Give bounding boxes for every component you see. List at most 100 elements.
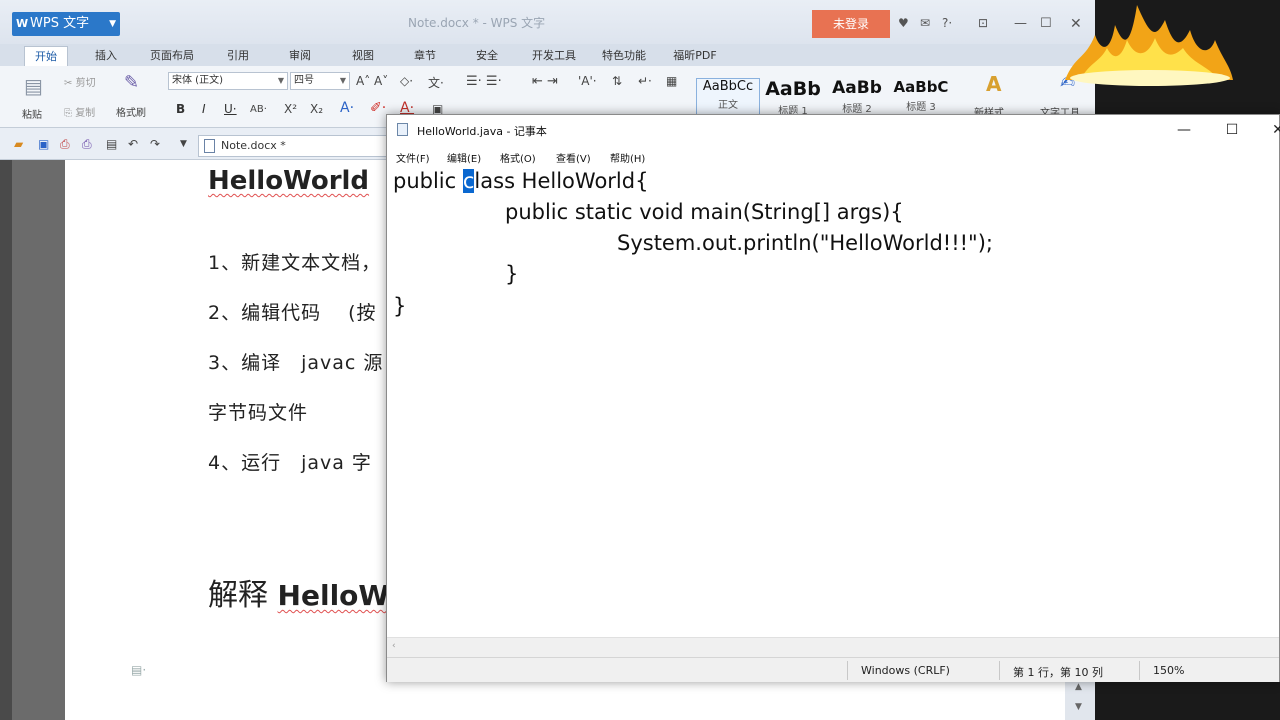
new-style-icon[interactable]: A <box>986 72 1001 96</box>
style-heading-2-label: 标题 2 <box>842 104 872 115</box>
ribbon-tabs: 开始 插入 页面布局 引用 审阅 视图 章节 安全 开发工具 特色功能 福昕PD… <box>0 44 1095 66</box>
menu-file[interactable]: 文件(F) <box>396 150 430 165</box>
redo-icon[interactable]: ↷ <box>150 137 160 151</box>
style-heading-3-preview: AaBbC <box>893 78 949 96</box>
tab-view[interactable]: 视图 <box>345 46 381 66</box>
style-heading-3[interactable]: AaBbC 标题 3 <box>890 78 952 118</box>
scroll-down-icon[interactable]: ▼ <box>1075 702 1082 712</box>
font-name-select[interactable]: 宋体 (正文) ▼ <box>168 72 288 90</box>
style-heading-2[interactable]: AaBb 标题 2 <box>826 78 888 118</box>
heading-2-cn: 解释 <box>208 578 268 613</box>
tab-section[interactable]: 章节 <box>407 46 443 66</box>
document-line-3: 3、编译 javac 源 <box>208 352 384 374</box>
notepad-menu-bar: 文件(F) 编辑(E) 格式(O) 查看(V) 帮助(H) <box>387 145 1279 167</box>
paste-label[interactable]: 粘贴 <box>22 106 42 121</box>
table-icon[interactable]: ▦ <box>666 74 677 88</box>
pin-icon[interactable]: ⊡ <box>978 16 988 30</box>
cut-label: 剪切 <box>75 78 96 89</box>
menu-format[interactable]: 格式(O) <box>500 150 536 165</box>
tab-review[interactable]: 审阅 <box>282 46 318 66</box>
brush-icon[interactable]: ✎ <box>124 72 139 93</box>
flame-decoration <box>1065 5 1233 86</box>
code-line-2: public static void main(String[] args){ <box>505 200 904 224</box>
copy-icon: ⎘ <box>64 108 72 119</box>
italic-icon[interactable]: I <box>202 102 206 116</box>
wps-app-menu-button[interactable]: W WPS 文字 ▼ <box>12 12 120 36</box>
char-scale-icon[interactable]: 'A'· <box>578 74 597 88</box>
minimize-icon[interactable]: — <box>1169 119 1199 141</box>
status-encoding: Windows (CRLF) <box>861 664 950 677</box>
tab-page-layout[interactable]: 页面布局 <box>142 46 202 66</box>
chevron-down-icon: ▼ <box>109 19 116 29</box>
notepad-text-area[interactable]: public class HelloWorld{ public static v… <box>387 167 1279 637</box>
clear-format-icon[interactable]: ◇· <box>400 74 413 88</box>
print-icon[interactable]: ⎙ <box>82 137 92 152</box>
skin-icon[interactable]: ♥ <box>898 16 909 30</box>
help-icon[interactable]: ?· <box>942 16 952 30</box>
indent-icon[interactable]: ⇤ ⇥ <box>532 74 558 89</box>
minimize-icon[interactable]: — <box>1014 16 1027 31</box>
style-normal[interactable]: AaBbCc 正文 <box>696 78 760 118</box>
maximize-icon[interactable]: ☐ <box>1040 16 1052 31</box>
copy-button[interactable]: ⎘ 复制 <box>64 104 95 119</box>
status-position: 第 1 行，第 10 列 <box>1013 666 1103 679</box>
paste-icon[interactable]: ▤ <box>24 74 43 98</box>
tab-insert[interactable]: 插入 <box>86 46 126 66</box>
login-button[interactable]: 未登录 <box>812 10 890 38</box>
scroll-up-icon[interactable]: ▲ <box>1075 682 1082 692</box>
heading-2-en: HelloW <box>277 579 390 612</box>
tab-developer[interactable]: 开发工具 <box>526 46 582 66</box>
paste-options-icon[interactable]: ▤· <box>131 663 146 677</box>
open-icon[interactable]: ▰ <box>14 137 23 151</box>
bullets-icon[interactable]: ☰· ☰· <box>466 74 502 89</box>
font-size-select[interactable]: 四号 ▼ <box>290 72 350 90</box>
code-line-3: System.out.println("HelloWorld!!!"); <box>617 231 993 255</box>
close-icon[interactable]: ✕ <box>1263 119 1280 141</box>
tab-features[interactable]: 特色功能 <box>596 46 652 66</box>
undo-icon[interactable]: ↶ <box>128 137 138 151</box>
menu-help[interactable]: 帮助(H) <box>610 150 645 165</box>
document-tab-label: Note.docx * <box>221 139 286 152</box>
tab-references[interactable]: 引用 <box>220 46 256 66</box>
maximize-icon[interactable]: ☐ <box>1217 119 1247 141</box>
text-effect-icon[interactable]: A· <box>340 100 354 116</box>
tab-security[interactable]: 安全 <box>469 46 505 66</box>
left-ruler-strip <box>0 160 12 720</box>
notepad-title: HelloWorld.java - 记事本 <box>417 125 547 138</box>
document-line-5: 4、运行 java 字 <box>208 452 372 474</box>
code-line-1-a: public <box>393 169 463 193</box>
grow-font-icon[interactable]: A˄ A˅ <box>356 74 388 88</box>
wps-document-title: Note.docx * - WPS 文字 <box>408 16 546 30</box>
menu-edit[interactable]: 编辑(E) <box>447 150 481 165</box>
export-pdf-icon[interactable]: ⎙ <box>60 137 70 152</box>
format-painter-label[interactable]: 格式刷 <box>116 104 146 119</box>
style-heading-1-preview: AaBb <box>765 78 821 100</box>
phonetic-icon[interactable]: 文· <box>428 74 444 91</box>
subscript-icon[interactable]: X₂ <box>310 102 323 116</box>
sort-icon[interactable]: ⇅ <box>612 74 622 88</box>
superscript-icon[interactable]: X² <box>284 102 297 116</box>
underline-icon[interactable]: U· <box>224 102 237 116</box>
tab-foxit-pdf[interactable]: 福昕PDF <box>668 46 722 66</box>
status-separator <box>1139 661 1140 680</box>
strikethrough-icon[interactable]: AB· <box>250 104 267 115</box>
bold-icon[interactable]: B <box>176 102 185 116</box>
status-separator <box>999 661 1000 680</box>
tab-home[interactable]: 开始 <box>24 46 68 66</box>
document-tab[interactable]: Note.docx * <box>198 135 390 157</box>
save-icon[interactable]: ▣ <box>38 137 49 151</box>
print-preview-icon[interactable]: ▤ <box>106 137 117 151</box>
feedback-icon[interactable]: ✉ <box>920 16 930 30</box>
font-name-value: 宋体 (正文) <box>172 75 223 86</box>
style-heading-1[interactable]: AaBb 标题 1 <box>762 78 824 118</box>
paragraph-mark-icon[interactable]: ↵· <box>638 74 652 88</box>
chevron-down-icon[interactable]: ▼ <box>180 139 187 149</box>
notepad-status-bar: Windows (CRLF) 第 1 行，第 10 列 150% <box>387 657 1279 682</box>
copy-label: 复制 <box>75 108 96 119</box>
cut-button[interactable]: ✂ 剪切 <box>64 74 96 89</box>
horizontal-scrollbar[interactable]: ‹ <box>387 637 1279 657</box>
highlight-icon[interactable]: ✐· <box>370 100 386 116</box>
scroll-left-icon[interactable]: ‹ <box>392 641 396 651</box>
document-heading: HelloWorld <box>208 166 370 196</box>
menu-view[interactable]: 查看(V) <box>556 150 591 165</box>
